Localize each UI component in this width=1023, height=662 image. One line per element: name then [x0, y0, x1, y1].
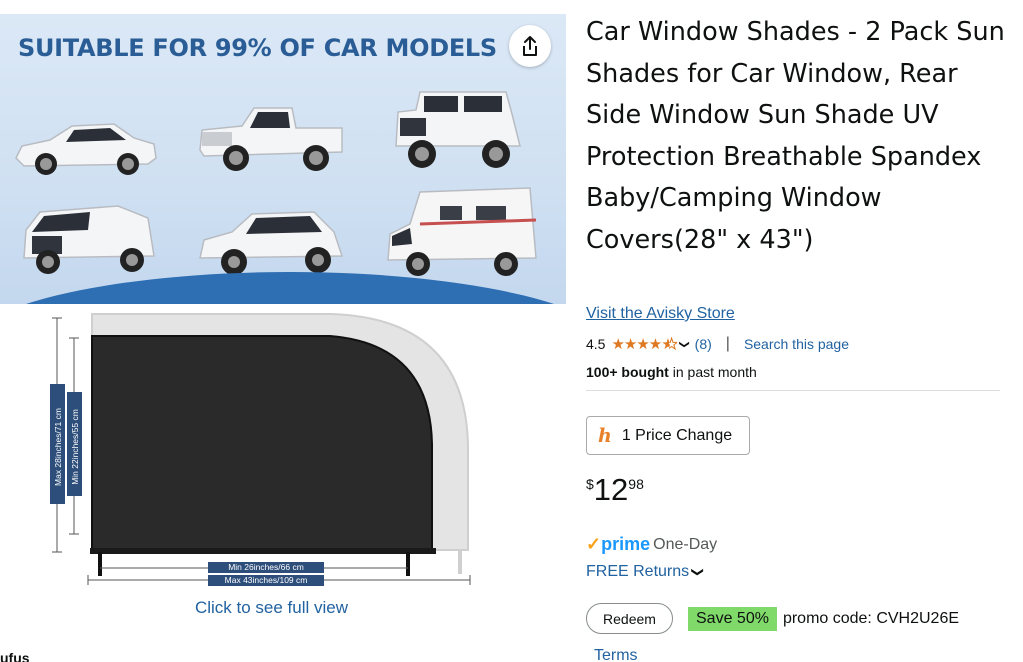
- rating-row: 4.5 ★★★★★★ ❯ (8) | Search this page: [586, 335, 849, 353]
- camper-van-image: [387, 187, 537, 276]
- minivan-image: [23, 205, 155, 274]
- rating-count-link[interactable]: (8): [695, 336, 712, 352]
- bought-info: 100+ bought in past month: [586, 364, 757, 380]
- price-change-button[interactable]: ℎ 1 Price Change: [586, 416, 750, 455]
- cutoff-section-label: ufus: [0, 650, 30, 662]
- min-height-label: Min 22inches/55 cm: [70, 409, 80, 485]
- price-fraction: 98: [628, 476, 644, 492]
- rating-value: 4.5: [586, 336, 606, 352]
- bought-count: 100+ bought: [586, 364, 669, 380]
- star-rating-icon[interactable]: ★★★★★★: [611, 335, 677, 354]
- prime-check-icon: ✓: [586, 534, 602, 554]
- full-view-link[interactable]: Click to see full view: [0, 598, 543, 618]
- compatibility-image[interactable]: SUITABLE FOR 99% OF CAR MODELS: [0, 14, 566, 304]
- max-height-label: Max 28inches/71 cm: [53, 408, 63, 486]
- price-whole: 12: [593, 472, 629, 507]
- pickup-truck-image: [199, 107, 343, 171]
- product-price: $1298: [586, 472, 644, 508]
- product-title: Car Window Shades - 2 Pack Sun Shades fo…: [586, 17, 1005, 255]
- suv-image: [199, 211, 344, 275]
- max-width-label: Max 43inches/109 cm: [224, 575, 308, 585]
- save-badge: Save 50%: [688, 606, 777, 631]
- min-width-label: Min 26inches/66 cm: [228, 562, 304, 572]
- chevron-down-icon: ❯: [691, 566, 706, 578]
- free-returns-label: FREE Returns: [586, 563, 690, 580]
- section-divider: [586, 390, 1000, 391]
- price-currency: $: [586, 476, 594, 492]
- product-image-gallery[interactable]: SUITABLE FOR 99% OF CAR MODELS Max 28inc…: [0, 0, 566, 662]
- promo-code-text: promo code: CVH2U26E: [782, 609, 960, 627]
- shade-dimension-image[interactable]: Max 28inches/71 cm Min 22inches/55 cm Mi…: [0, 304, 566, 594]
- terms-link[interactable]: Terms: [594, 647, 638, 662]
- rating-separator: |: [725, 335, 730, 352]
- window-shade-illustration: [50, 313, 471, 586]
- jeep-image: [395, 91, 521, 168]
- sedan-image: [15, 123, 157, 175]
- search-page-link[interactable]: Search this page: [744, 336, 849, 352]
- free-returns-link[interactable]: FREE Returns ❯: [586, 563, 706, 581]
- compatibility-headline: SUITABLE FOR 99% OF CAR MODELS: [18, 34, 497, 62]
- promo-row: Redeem Save 50% promo code: CVH2U26E: [586, 603, 959, 634]
- share-button[interactable]: [509, 25, 551, 67]
- bought-period: in past month: [668, 364, 757, 380]
- keepa-icon: ℎ: [598, 424, 612, 447]
- price-change-label: 1 Price Change: [621, 426, 733, 444]
- prime-delivery-text: One-Day: [653, 535, 718, 553]
- share-icon: [523, 36, 537, 56]
- prime-badge[interactable]: ✓ prime One-Day: [586, 534, 717, 555]
- store-link[interactable]: Visit the Avisky Store: [586, 305, 735, 323]
- prime-logo: prime: [601, 534, 651, 554]
- chevron-down-icon[interactable]: ❯: [679, 340, 690, 348]
- redeem-button[interactable]: Redeem: [586, 603, 673, 634]
